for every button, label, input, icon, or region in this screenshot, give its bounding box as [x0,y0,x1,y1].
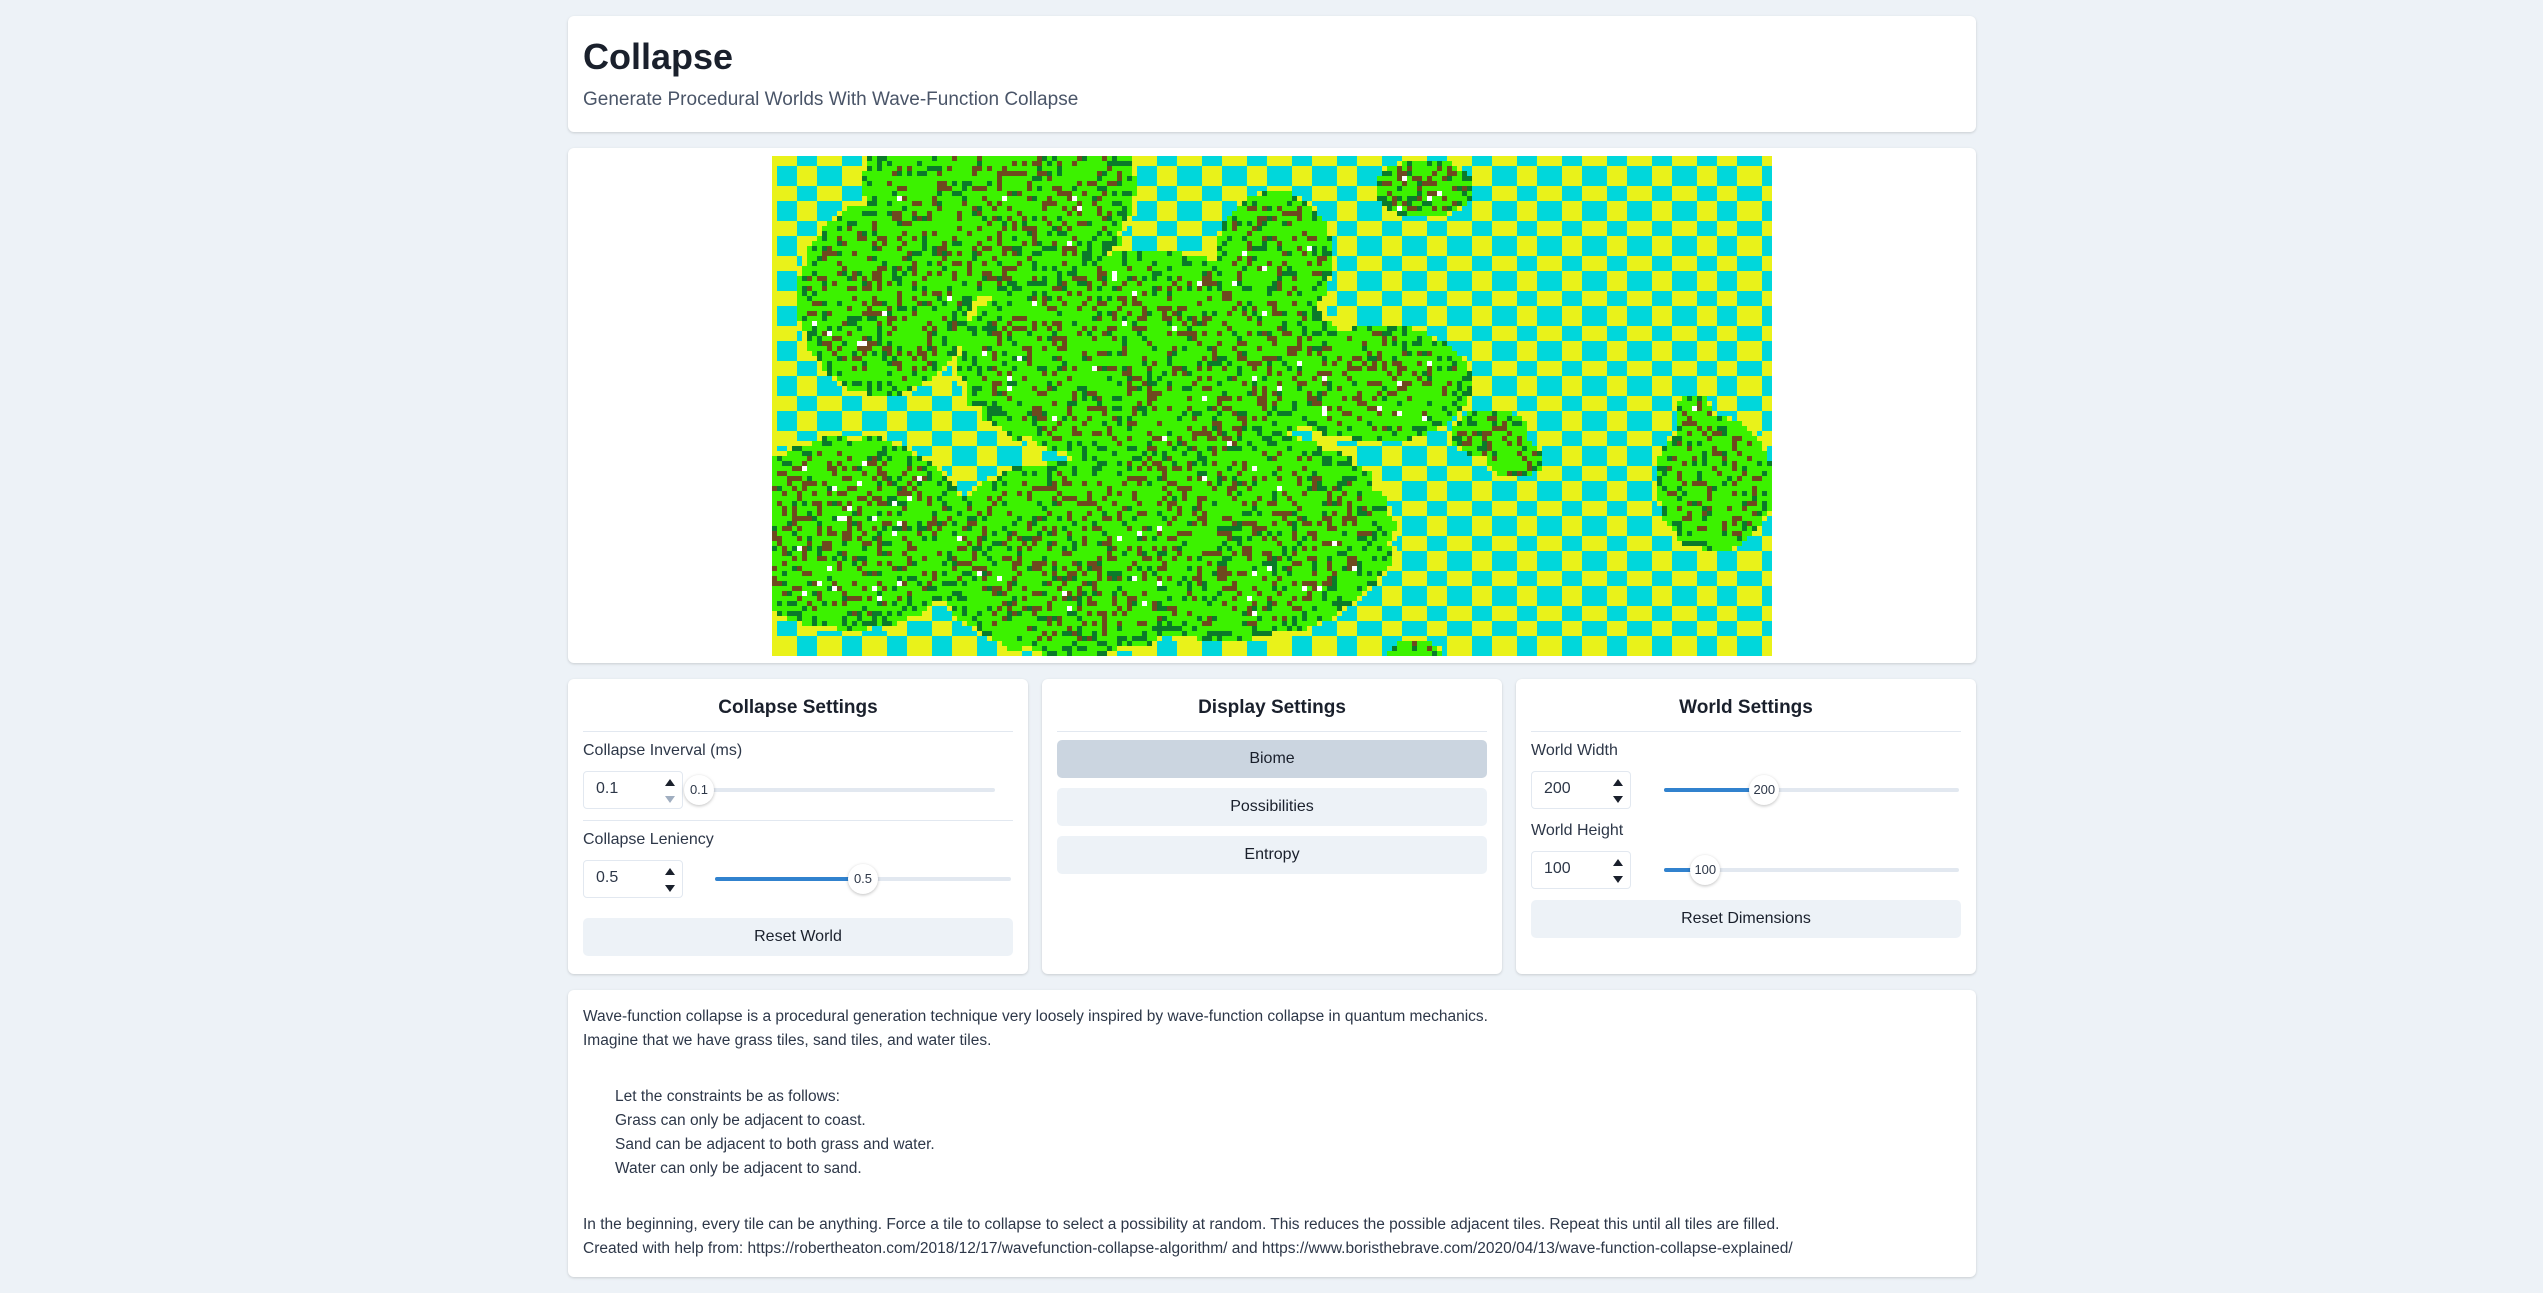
world-height-stepper[interactable] [1612,856,1624,886]
display-settings-heading: Display Settings [1057,697,1487,732]
increment-arrow-icon[interactable] [1613,779,1623,786]
decrement-arrow-icon[interactable] [665,885,675,892]
info-credits-line: Created with help from: https://roberthe… [583,1240,1793,1257]
collapse-leniency-slider-fill [715,877,863,881]
world-width-slider-thumb[interactable]: 200 [1749,775,1780,805]
display-possibilities-button[interactable]: Possibilities [1057,788,1487,826]
collapse-settings-heading: Collapse Settings [583,697,1013,732]
decrement-arrow-icon[interactable] [1613,796,1623,803]
display-biome-button[interactable]: Biome [1057,740,1487,778]
collapse-leniency-input[interactable] [583,860,683,898]
world-width-label: World Width [1531,742,1618,759]
divider [583,820,1013,821]
world-width-input[interactable] [1531,771,1631,809]
display-settings-panel: Display Settings Biome Possibilities Ent… [1042,679,1502,974]
world-height-slider[interactable]: 100 [1664,855,1959,885]
increment-arrow-icon[interactable] [1613,859,1623,866]
info-outro-line: In the beginning, every tile can be anyt… [583,1216,1780,1233]
world-settings-panel: World Settings World Width 200 World Hei… [1516,679,1976,974]
collapse-leniency-slider-thumb[interactable]: 0.5 [848,864,878,894]
collapse-interval-stepper[interactable] [664,776,676,806]
collapse-leniency-label: Collapse Leniency [583,831,714,848]
collapse-interval-input[interactable] [583,771,683,809]
world-width-field[interactable] [1544,780,1604,798]
collapse-leniency-slider[interactable]: 0.5 [715,864,1011,894]
world-height-label: World Height [1531,822,1624,839]
collapse-settings-panel: Collapse Settings Collapse Inverval (ms)… [568,679,1028,974]
world-settings-heading: World Settings [1531,697,1961,732]
collapse-interval-field[interactable] [596,780,656,798]
info-rule-line: Water can only be adjacent to sand. [615,1160,862,1177]
world-canvas[interactable] [772,156,1772,656]
world-width-stepper[interactable] [1612,776,1624,806]
info-intro-line: Wave-function collapse is a procedural g… [583,1008,1488,1025]
info-rule-line: Grass can only be adjacent to coast. [615,1112,866,1129]
header-card: Collapse Generate Procedural Worlds With… [568,16,1976,132]
reset-world-button[interactable]: Reset World [583,918,1013,956]
display-entropy-button[interactable]: Entropy [1057,836,1487,874]
world-width-slider[interactable]: 200 [1664,775,1959,805]
increment-arrow-icon[interactable] [665,779,675,786]
world-height-slider-thumb[interactable]: 100 [1690,855,1721,885]
increment-arrow-icon[interactable] [665,868,675,875]
collapse-interval-slider-thumb[interactable]: 0.1 [684,775,714,805]
reset-dimensions-button[interactable]: Reset Dimensions [1531,900,1961,938]
collapse-leniency-stepper[interactable] [664,865,676,895]
page-subtitle: Generate Procedural Worlds With Wave-Fun… [583,89,1079,110]
info-rule-line: Sand can be adjacent to both grass and w… [615,1136,935,1153]
world-card [568,148,1976,663]
page-title: Collapse [583,36,734,77]
collapse-leniency-field[interactable] [596,869,656,887]
decrement-arrow-icon[interactable] [1613,876,1623,883]
world-height-input[interactable] [1531,851,1631,889]
info-card: Wave-function collapse is a procedural g… [568,990,1976,1277]
info-rule-line: Let the constraints be as follows: [615,1088,840,1105]
collapse-interval-label: Collapse Inverval (ms) [583,742,743,759]
decrement-arrow-icon[interactable] [665,796,675,803]
info-intro-line: Imagine that we have grass tiles, sand t… [583,1032,992,1049]
collapse-interval-slider[interactable]: 0.1 [684,775,995,805]
world-height-field[interactable] [1544,860,1604,878]
